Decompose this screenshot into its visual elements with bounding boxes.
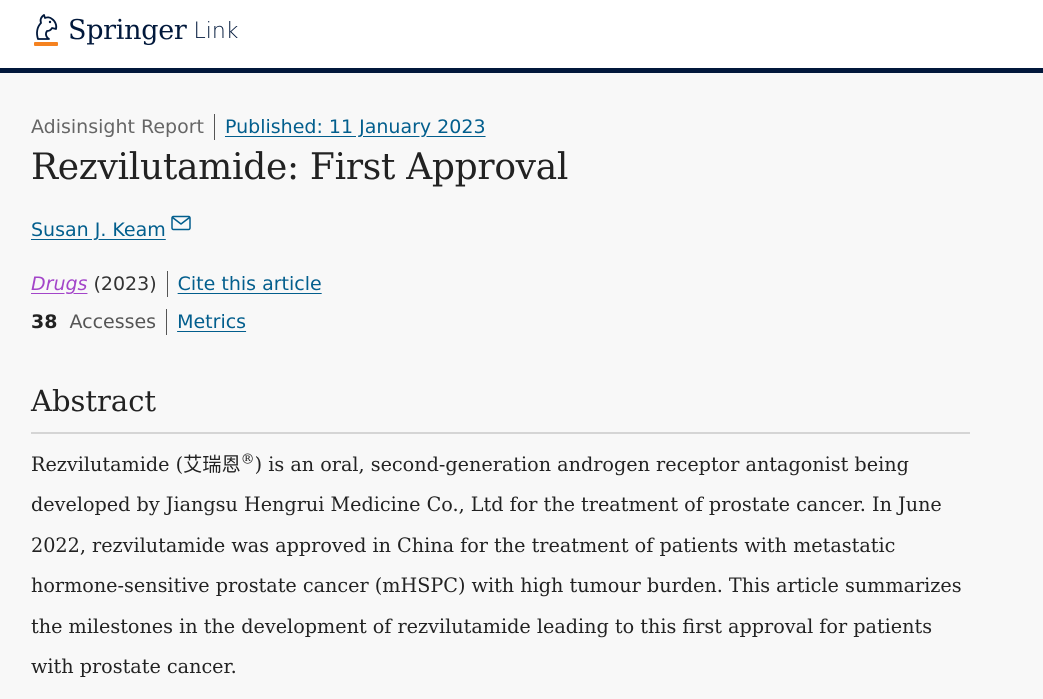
abstract-text-start: Rezvilutamide (艾瑞恩 [31,453,241,476]
published-date-link[interactable]: Published: 11 January 2023 [225,116,486,138]
journal-row: Drugs (2023) Cite this article [31,271,322,297]
mail-icon[interactable] [171,214,191,236]
article-type: Adisinsight Report [31,116,204,138]
cite-article-link[interactable]: Cite this article [178,273,322,295]
article-title: Rezvilutamide: First Approval [31,147,569,188]
journal-link[interactable]: Drugs [31,273,87,295]
accesses-count: 38 [31,311,58,333]
meta-divider [213,114,215,140]
accesses-label: Accesses [69,311,157,333]
abstract-divider [31,432,970,434]
springer-link-logo[interactable]: Springer Link [30,10,239,50]
author-row: Susan J. Keam [31,215,191,241]
metrics-row: 38 Accesses Metrics [31,309,246,335]
site-header: Springer Link [0,0,1043,73]
abstract-heading: Abstract [31,384,157,418]
journal-year: (2023) [93,273,157,295]
metrics-link[interactable]: Metrics [177,311,246,333]
author-link[interactable]: Susan J. Keam [31,219,166,241]
abstract-text-rest: ) is an oral, second-generation androgen… [31,453,962,679]
abstract-text: Rezvilutamide (艾瑞恩®) is an oral, second-… [31,445,971,687]
meta-divider [166,271,168,297]
springer-horse-icon [30,11,62,49]
registered-mark: ® [240,451,255,468]
brand-springer: Springer [68,14,187,46]
brand-link: Link [193,18,239,44]
article-meta-row: Adisinsight Report Published: 11 January… [31,114,486,140]
meta-divider [166,309,168,335]
